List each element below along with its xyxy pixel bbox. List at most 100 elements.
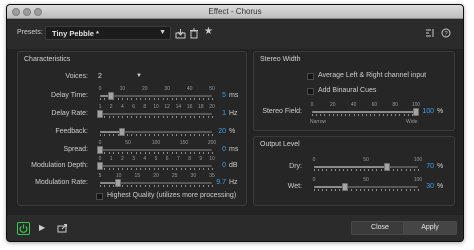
modulation-rate-tick-mark [198,185,200,187]
modulation-depth-tick-mark [135,168,137,170]
close-button[interactable]: Close [351,221,409,235]
modulation-rate-tick-label: 5 [98,173,102,179]
delete-preset-icon[interactable] [189,28,199,42]
stereo-field-tick-label: 20 [330,102,336,108]
modulation-rate-tick-mark [144,185,146,187]
delay-time-tick-label: 40 [186,86,193,92]
modulation-depth-tick-label: 8 [188,156,191,162]
favorite-star-icon[interactable]: ★ [204,27,213,37]
play-icon[interactable]: ▶ [39,223,45,232]
chevron-down-icon: ▼ [136,73,142,79]
delay-rate-tick-label: 14 [175,104,182,110]
wet-tick-mark [388,189,390,191]
delay-time-tick-mark [194,98,196,100]
delay-time-value[interactable]: 5 [222,92,226,99]
wet-tick-mark [376,189,378,191]
stereo-field-slider-track[interactable] [312,111,416,113]
modulation-rate-tick-mark [104,185,106,187]
modulation-depth-slider-thumb[interactable] [97,162,103,170]
wet-tick-mark [401,189,403,191]
delay-time-label: Delay Time: [51,92,88,99]
feedback-tick-mark [126,134,128,136]
spread-tick-label: 50 [125,140,131,146]
modulation-depth-tick-mark [140,168,142,170]
delay-time-tick-mark [126,98,128,100]
delay-time-unit: ms [229,92,239,99]
modulation-rate-tick-mark [108,185,110,187]
dry-slider-thumb[interactable] [383,163,390,171]
spread-slider-track[interactable] [100,149,212,151]
feedback-slider-thumb[interactable] [119,128,126,136]
average-lr-checkbox[interactable] [307,73,314,80]
modulation-rate-tick-mark [122,185,124,187]
modulation-rate-value[interactable]: 9.7 [216,179,226,186]
stereo-field-value[interactable]: 100 [422,108,434,115]
stereo-field-tick-mark [357,114,359,116]
wet-value[interactable]: 30 [426,183,434,190]
feedback-slider-track[interactable] [100,131,212,133]
delay-rate-label: Delay Rate: [51,110,88,117]
modulation-rate-slider-thumb[interactable] [114,179,121,187]
export-icon[interactable] [57,223,68,235]
delay-time-tick-mark [180,98,182,100]
delay-time-tick-mark [176,98,178,100]
apply-button[interactable]: Apply [403,221,457,235]
highest-quality-checkbox[interactable] [96,193,103,200]
modulation-depth-tick-label: 1 [109,156,113,162]
presets-dropdown[interactable]: Tiny Pebble * ▼ [45,26,171,40]
dry-value[interactable]: 70 [426,163,434,170]
feedback-tick-mark [140,134,142,136]
delay-rate-tick-mark [135,116,137,118]
wet-slider-track[interactable] [314,186,418,188]
feedback-tick-mark [100,134,101,136]
help-icon[interactable]: ? [441,28,451,41]
delay-rate-tick-mark [180,116,182,118]
spread-tick-mark [158,152,160,154]
routing-icon[interactable] [425,28,435,41]
delay-time-slider-thumb[interactable] [108,92,115,100]
modulation-depth-tick-label: 7 [177,156,180,162]
voices-dropdown[interactable]: 2 ▼ [96,71,144,82]
delay-rate-tick-label: 4 [121,104,124,110]
feedback-value[interactable]: 20 [218,128,226,135]
spread-value[interactable]: 0 [222,146,226,153]
dry-tick-mark [314,169,315,171]
modulation-depth-tick-mark [126,168,128,170]
dry-tick-label: 50 [363,157,369,163]
power-button[interactable] [17,222,30,235]
modulation-depth-value[interactable]: 0 [222,162,226,169]
delay-rate-value[interactable]: 1 [222,110,226,117]
modulation-depth-tick-mark [104,168,106,170]
modulation-depth-tick-label: 10 [209,156,215,162]
presets-value: Tiny Pebble * [52,29,99,38]
save-preset-icon[interactable] [175,28,186,42]
stereo-width-panel: Stereo Width Average Left & Right channe… [253,51,455,131]
modulation-depth-tick-mark [153,168,155,170]
modulation-rate-tick-label: 15 [134,173,141,179]
delay-time-tick-mark [212,98,213,100]
spread-tick-label: 200 [207,140,217,146]
delay-rate-tick-mark [167,116,169,118]
wet-slider-thumb[interactable] [342,183,349,191]
feedback-tick-mark [144,134,146,136]
delay-time-slider-track[interactable] [100,95,212,97]
wet-tick-mark [338,189,340,191]
stereo-field-tick-mark [341,114,343,116]
modulation-rate-tick-mark [176,185,178,187]
wet-tick-mark [380,189,382,191]
modulation-depth-slider-track[interactable] [100,165,212,167]
stereo-field-tick-mark [349,114,351,116]
dry-slider-track[interactable] [314,166,418,168]
delay-rate-slider-track[interactable] [100,113,212,115]
dry-tick-mark [343,169,345,171]
delay-time-tick-label: 30 [164,86,170,92]
delay-rate-tick-mark [162,116,164,118]
spread-tick-mark [117,152,119,154]
footer-bar: ▶ Close Apply [7,215,463,241]
wide-label: Wide [406,119,418,125]
stereo-field-slider-thumb[interactable] [413,108,419,116]
spread-slider-thumb[interactable] [97,146,103,154]
stereo-field-tick-label: 60 [371,102,378,108]
binaural-checkbox[interactable] [307,88,314,95]
delay-rate-slider-thumb[interactable] [97,110,103,118]
